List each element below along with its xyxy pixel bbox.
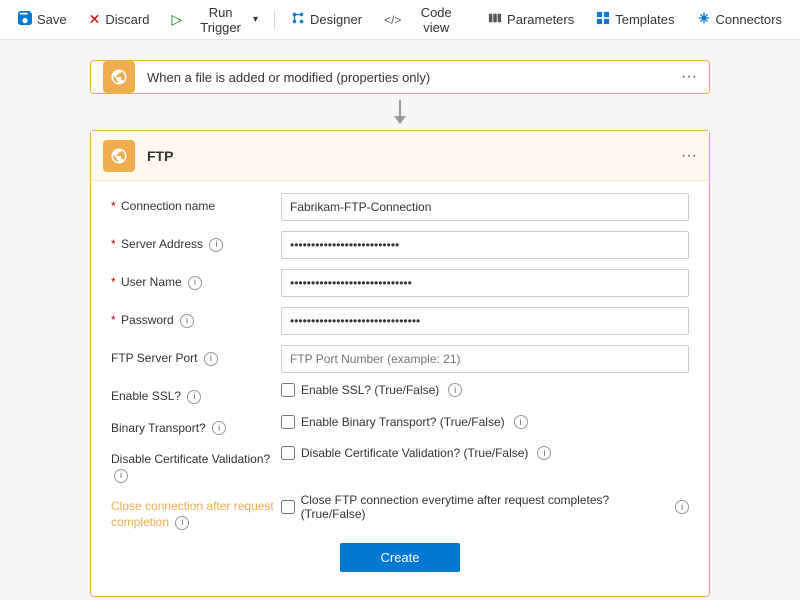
trigger-title: When a file is added or modified (proper… xyxy=(147,70,697,85)
username-input[interactable] xyxy=(281,269,689,297)
close-conn-checkbox-row: Close FTP connection everytime after req… xyxy=(281,493,689,521)
globe-icon xyxy=(110,68,128,86)
flow-arrow xyxy=(394,100,406,124)
ftp-title: FTP xyxy=(147,148,173,164)
binary-transport-row: Binary Transport? i Enable Binary Transp… xyxy=(111,415,689,437)
discard-icon: ✕ xyxy=(89,11,101,28)
create-button[interactable]: Create xyxy=(340,543,459,572)
save-icon xyxy=(18,11,32,28)
enable-ssl-info-icon[interactable]: i xyxy=(187,390,201,404)
run-dropdown-arrow: ▾ xyxy=(253,14,258,25)
close-conn-checkbox[interactable] xyxy=(281,500,295,514)
ftp-icon-bg xyxy=(103,140,135,172)
ftp-port-label: FTP Server Port i xyxy=(111,345,281,367)
disable-cert-checkbox-label: Disable Certificate Validation? (True/Fa… xyxy=(301,446,528,460)
save-button[interactable]: Save xyxy=(8,7,77,32)
params-icon xyxy=(488,11,502,28)
server-address-input[interactable] xyxy=(281,231,689,259)
server-address-row: * Server Address i xyxy=(111,231,689,259)
disable-cert-checkbox-row: Disable Certificate Validation? (True/Fa… xyxy=(281,446,689,460)
server-address-info-icon[interactable]: i xyxy=(209,238,223,252)
templates-icon xyxy=(596,11,610,28)
connectors-icon xyxy=(697,11,711,28)
ftp-more-button[interactable]: ··· xyxy=(677,143,701,169)
connectors-button[interactable]: Connectors xyxy=(687,7,792,32)
code-icon: </> xyxy=(384,13,401,27)
close-conn-checkbox-info-icon[interactable]: i xyxy=(675,500,689,514)
trigger-icon-bg xyxy=(103,61,135,93)
binary-transport-info-icon[interactable]: i xyxy=(212,421,226,435)
enable-ssl-row: Enable SSL? i Enable SSL? (True/False) i xyxy=(111,383,689,405)
disable-cert-checkbox[interactable] xyxy=(281,446,295,460)
ftp-globe-icon xyxy=(110,147,128,165)
arrow-line xyxy=(399,100,401,116)
ftp-port-input[interactable] xyxy=(281,345,689,373)
ftp-port-row: FTP Server Port i xyxy=(111,345,689,373)
ftp-block: FTP ··· * Connection name * Server Addre… xyxy=(90,130,710,597)
close-conn-row: Close connection after request completio… xyxy=(111,493,689,530)
enable-ssl-checkbox-info-icon[interactable]: i xyxy=(448,383,462,397)
enable-ssl-checkbox[interactable] xyxy=(281,383,295,397)
binary-transport-checkbox-info-icon[interactable]: i xyxy=(514,415,528,429)
create-button-row: Create xyxy=(111,543,689,580)
close-conn-label: Close connection after request completio… xyxy=(111,493,281,530)
disable-cert-info-icon[interactable]: i xyxy=(114,469,128,483)
templates-button[interactable]: Templates xyxy=(586,7,684,32)
run-trigger-button[interactable]: ▷ Run Trigger ▾ xyxy=(161,1,268,39)
disable-cert-checkbox-info-icon[interactable]: i xyxy=(537,446,551,460)
discard-button[interactable]: ✕ Discard xyxy=(79,7,160,32)
trigger-more-button[interactable]: ··· xyxy=(677,64,701,90)
connection-name-label: * Connection name xyxy=(111,193,281,215)
enable-ssl-checkbox-row: Enable SSL? (True/False) i xyxy=(281,383,689,397)
designer-button[interactable]: Designer xyxy=(281,7,372,32)
enable-ssl-label: Enable SSL? i xyxy=(111,383,281,405)
designer-icon xyxy=(291,11,305,28)
code-view-button[interactable]: </> Code view xyxy=(374,1,476,39)
binary-transport-label: Binary Transport? i xyxy=(111,415,281,437)
disable-cert-label: Disable Certificate Validation? i xyxy=(111,446,281,483)
close-conn-info-icon[interactable]: i xyxy=(175,516,189,530)
username-info-icon[interactable]: i xyxy=(188,276,202,290)
password-info-icon[interactable]: i xyxy=(180,314,194,328)
divider xyxy=(274,10,275,30)
run-icon: ▷ xyxy=(171,11,182,28)
close-conn-checkbox-label: Close FTP connection everytime after req… xyxy=(301,493,667,521)
trigger-block: When a file is added or modified (proper… xyxy=(90,60,710,94)
parameters-button[interactable]: Parameters xyxy=(478,7,584,32)
connection-name-input[interactable] xyxy=(281,193,689,221)
binary-transport-checkbox[interactable] xyxy=(281,415,295,429)
arrow-head xyxy=(394,116,406,124)
username-label: * User Name i xyxy=(111,269,281,291)
binary-transport-checkbox-label: Enable Binary Transport? (True/False) xyxy=(301,415,505,429)
ftp-port-info-icon[interactable]: i xyxy=(204,352,218,366)
ftp-form: * Connection name * Server Address i * U… xyxy=(91,181,709,596)
password-label: * Password i xyxy=(111,307,281,329)
main-content: When a file is added or modified (proper… xyxy=(0,40,800,600)
server-address-label: * Server Address i xyxy=(111,231,281,253)
binary-transport-checkbox-row: Enable Binary Transport? (True/False) i xyxy=(281,415,689,429)
toolbar: Save ✕ Discard ▷ Run Trigger ▾ Designer … xyxy=(0,0,800,40)
password-input[interactable] xyxy=(281,307,689,335)
username-row: * User Name i xyxy=(111,269,689,297)
connection-name-row: * Connection name xyxy=(111,193,689,221)
ftp-header: FTP ··· xyxy=(91,131,709,181)
disable-cert-row: Disable Certificate Validation? i Disabl… xyxy=(111,446,689,483)
password-row: * Password i xyxy=(111,307,689,335)
enable-ssl-checkbox-label: Enable SSL? (True/False) xyxy=(301,383,439,397)
